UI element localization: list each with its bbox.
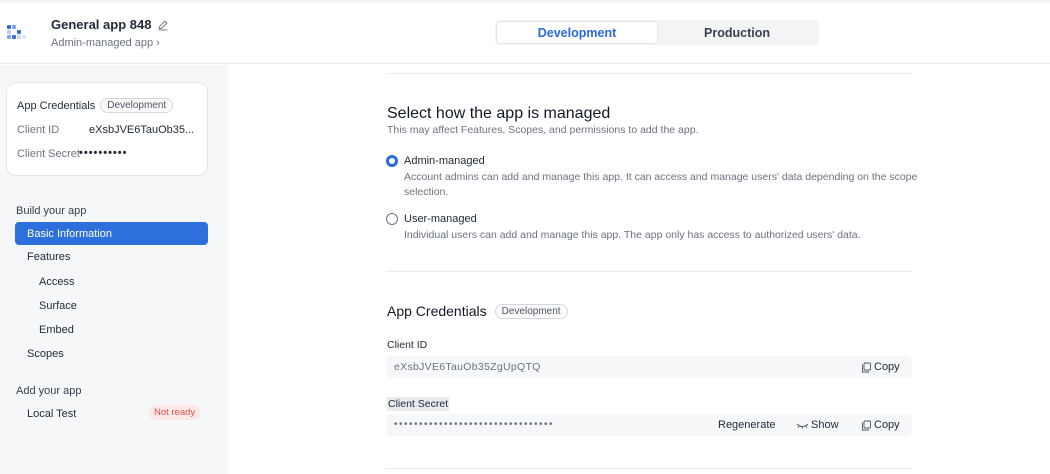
sidebar-credentials-card: App Credentials Development Client ID eX… <box>6 82 208 176</box>
client-secret-label: Client Secret <box>17 148 80 160</box>
copy-label: Copy <box>874 419 900 431</box>
client-id-value: eXsbJVE6TauOb35... <box>89 124 195 136</box>
divider <box>386 73 912 74</box>
divider <box>386 468 912 469</box>
top-strip <box>0 0 1050 3</box>
admin-managed-description: Account admins can add and manage this a… <box>404 171 918 198</box>
client-secret-value: •••••••••• <box>79 147 128 159</box>
main-content: Select how the app is managed This may a… <box>228 65 1050 474</box>
client-secret-value: •••••••••••••••••••••••••••••••• <box>394 419 555 430</box>
app-type-link[interactable]: Admin-managed app › <box>51 37 160 49</box>
copy-label: Copy <box>874 361 900 373</box>
divider <box>386 271 912 272</box>
client-id-label: Client ID <box>387 339 428 351</box>
client-secret-label: Client Secret <box>387 397 450 411</box>
copy-icon <box>862 420 871 430</box>
user-managed-label: User-managed <box>404 213 477 225</box>
copy-client-secret-button[interactable]: Copy <box>861 419 900 431</box>
copy-client-id-button[interactable]: Copy <box>861 361 900 373</box>
sidebar-item-access[interactable]: Access <box>39 276 74 288</box>
nav-group-add: Add your app <box>16 385 82 397</box>
eye-closed-icon <box>796 423 809 429</box>
environment-switch: Development Production <box>495 20 819 45</box>
edit-pencil-icon[interactable] <box>157 19 169 31</box>
sidebar-item-surface[interactable]: Surface <box>39 300 77 312</box>
chevron-right-icon: › <box>156 37 160 49</box>
tab-production[interactable]: Production <box>657 22 817 43</box>
sidebar-item-scopes[interactable]: Scopes <box>27 348 64 360</box>
app-title: General app 848 <box>51 17 169 32</box>
admin-managed-label: Admin-managed <box>404 155 485 167</box>
user-managed-radio[interactable] <box>386 213 398 225</box>
admin-managed-radio[interactable] <box>386 155 398 167</box>
status-badge: Not ready <box>149 405 201 420</box>
nav-group-build: Build your app <box>16 205 87 217</box>
regenerate-button[interactable]: Regenerate <box>718 419 776 431</box>
credentials-title-text: App Credentials <box>387 303 487 319</box>
sidebar-item-features[interactable]: Features <box>27 251 70 263</box>
user-managed-description: Individual users can add and manage this… <box>404 229 861 241</box>
client-secret-field: •••••••••••••••••••••••••••••••• Regener… <box>386 414 912 436</box>
sidebar-item-local-test[interactable]: Local Test <box>27 408 76 420</box>
client-id-value: eXsbJVE6TauOb35ZgUpQTQ <box>394 361 541 373</box>
app-type-label: Admin-managed app <box>51 37 154 49</box>
app-logo-icon <box>7 25 35 43</box>
top-bar: General app 848 Admin-managed app › Deve… <box>0 0 1050 64</box>
copy-icon <box>862 362 871 372</box>
sidebar-item-embed[interactable]: Embed <box>39 324 74 336</box>
show-label: Show <box>811 419 839 431</box>
sidebar: App Credentials Development Client ID eX… <box>0 65 228 474</box>
tab-development[interactable]: Development <box>497 22 657 43</box>
credentials-title: App Credentials Development <box>387 303 568 319</box>
management-title: Select how the app is managed <box>387 105 611 122</box>
environment-badge: Development <box>494 303 568 319</box>
management-description: This may affect Features, Scopes, and pe… <box>387 124 699 136</box>
client-id-field: eXsbJVE6TauOb35ZgUpQTQ Copy <box>386 356 912 378</box>
show-secret-button[interactable]: Show <box>796 419 839 431</box>
client-id-label: Client ID <box>17 124 60 136</box>
app-name: General app 848 <box>51 17 152 32</box>
environment-badge: Development <box>100 98 174 113</box>
sidebar-credentials-header: App Credentials Development <box>17 98 174 113</box>
sidebar-credentials-title: App Credentials <box>17 99 96 112</box>
sidebar-item-basic-information[interactable]: Basic Information <box>15 222 208 245</box>
